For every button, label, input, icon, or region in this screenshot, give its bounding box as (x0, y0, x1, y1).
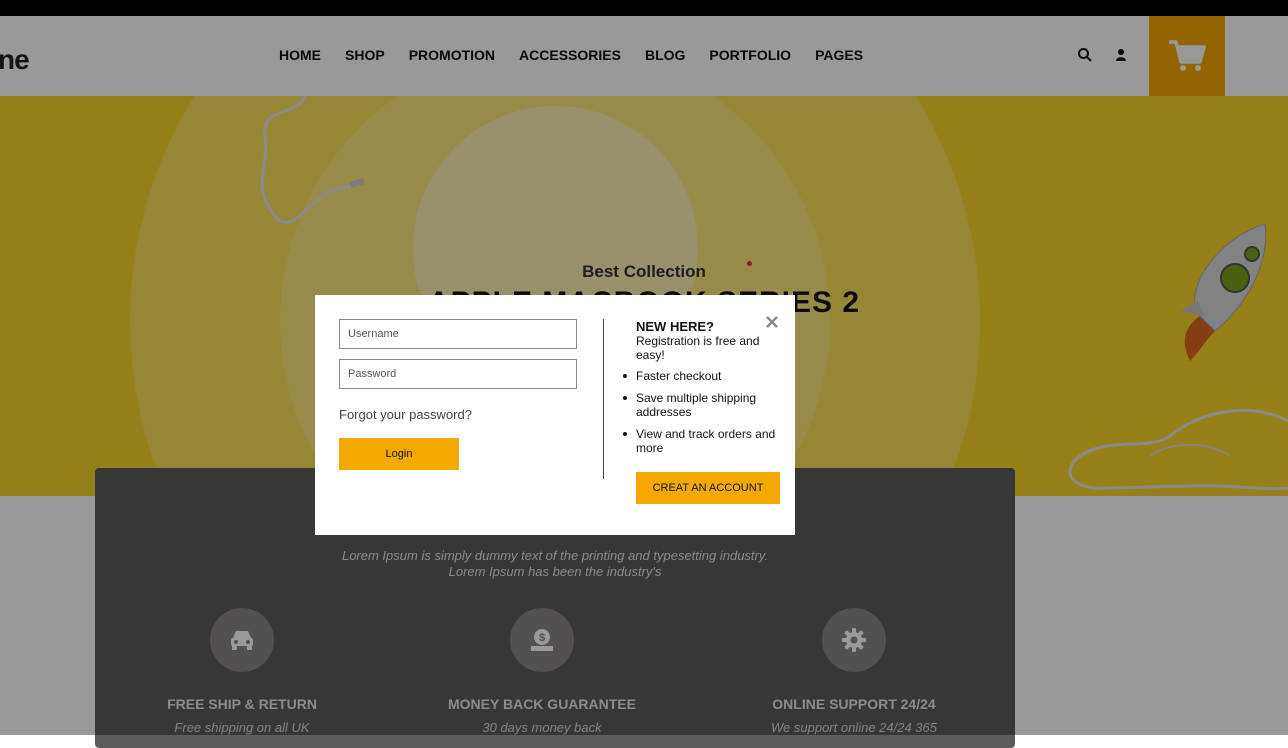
benefit-item: View and track orders and more (623, 427, 781, 455)
benefit-item: Faster checkout (623, 369, 781, 383)
forgot-password-link[interactable]: Forgot your password? (339, 407, 472, 422)
benefits-list: Faster checkout Save multiple shipping a… (623, 369, 781, 463)
password-input[interactable] (339, 359, 577, 389)
login-button[interactable]: Login (339, 438, 459, 470)
benefit-item: Save multiple shipping addresses (623, 391, 781, 419)
login-modal: Forgot your password? Login NEW HERE? Re… (315, 295, 795, 535)
registration-text: Registration is free and easy! (636, 334, 760, 362)
create-account-button[interactable]: CREAT AN ACCOUNT (636, 472, 780, 504)
close-icon[interactable] (765, 315, 779, 329)
modal-divider (603, 319, 604, 479)
username-input[interactable] (339, 319, 577, 349)
new-here-title: NEW HERE? (636, 319, 714, 334)
